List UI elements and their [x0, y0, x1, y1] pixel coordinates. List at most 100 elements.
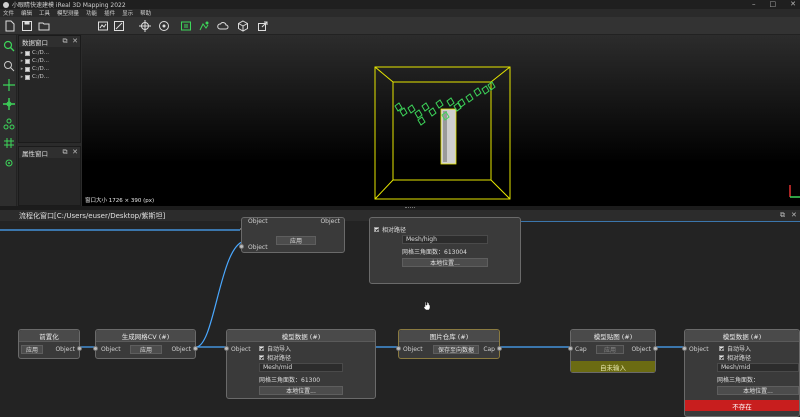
- node-model-data-1[interactable]: 模型数据 (#) Object 自动导入 相对路径 Mesh/mid 网格三角面…: [224, 329, 376, 399]
- tree-item[interactable]: ▸ C:/D...: [19, 65, 80, 73]
- tree-item[interactable]: ▸ C:/D...: [19, 73, 80, 81]
- node-input-label: Cap: [575, 346, 587, 353]
- data-panel-title: 数据窗口: [22, 38, 48, 47]
- relative-path-checkbox[interactable]: 相对路径: [259, 353, 291, 362]
- zoom-icon[interactable]: [2, 59, 15, 72]
- tree-item-label: C:/D...: [32, 74, 50, 80]
- float-panel-icon[interactable]: ⧉: [61, 37, 69, 45]
- input-pin[interactable]: [396, 346, 401, 351]
- node-partial[interactable]: 前置化 应用 Object: [18, 329, 82, 359]
- mesh-path-field[interactable]: Mesh/high: [402, 235, 488, 244]
- auto-import-checkbox[interactable]: 自动导入: [719, 344, 751, 353]
- visibility-checkbox[interactable]: [25, 50, 30, 56]
- save-icon[interactable]: [20, 19, 33, 32]
- camera-align-icon[interactable]: [179, 19, 192, 32]
- new-file-icon[interactable]: [3, 19, 16, 32]
- properties-panel-header: 属性窗口 ⧉ ✕: [19, 147, 80, 158]
- input-pin[interactable]: [568, 346, 573, 351]
- relative-path-checkbox[interactable]: 相对路径: [719, 353, 751, 362]
- local-position-button[interactable]: 本地位置...: [259, 386, 343, 395]
- float-panel-icon[interactable]: ⧉: [780, 211, 785, 220]
- apply-button[interactable]: 应用: [21, 345, 43, 354]
- node-model-data-2[interactable]: 模型数据 (#) Object 自动导入 相对路径 Mesh/mid 网格三角面…: [682, 329, 800, 417]
- menu-functions[interactable]: 功能: [86, 9, 97, 17]
- cube-icon[interactable]: [236, 19, 249, 32]
- auto-import-checkbox[interactable]: 自动导入: [259, 344, 291, 353]
- relative-path-checkbox[interactable]: 相对路径: [374, 225, 406, 234]
- window-title: 小眼睛快速建模 iReal 3D Mapping 2022: [12, 2, 126, 9]
- float-panel-icon[interactable]: ⧉: [61, 148, 69, 156]
- tree-item-label: C:/D...: [32, 50, 50, 56]
- node-input-label: Object: [689, 346, 709, 353]
- node-output-label: Object: [171, 346, 191, 353]
- left-tool-strip: [0, 35, 17, 215]
- menu-measure[interactable]: 模型测量: [57, 9, 79, 17]
- menu-help[interactable]: 帮助: [140, 9, 151, 17]
- apply-button[interactable]: 应用: [130, 345, 162, 354]
- input-pin[interactable]: [93, 346, 98, 351]
- maximize-button[interactable]: □: [770, 0, 777, 8]
- gizmo-icon[interactable]: [2, 97, 15, 110]
- node-model-data-top[interactable]: 相对路径 Mesh/high 网格三角面数：613004 本地位置...: [369, 217, 521, 284]
- tree-item[interactable]: ▸ C:/D...: [19, 57, 80, 65]
- node-status-badge: 自未输入: [571, 361, 655, 372]
- align-icon[interactable]: [112, 19, 125, 32]
- node-graph-canvas[interactable]: Object Object 应用 Object 相对路径 Mesh/high 网…: [0, 217, 800, 417]
- apply-button[interactable]: 应用: [276, 236, 316, 245]
- node-input-label: Object: [101, 346, 121, 353]
- grid-icon[interactable]: [2, 136, 15, 149]
- app-logo-icon: [3, 1, 9, 8]
- node-title: 模型数据 (#): [685, 330, 799, 342]
- tree-item[interactable]: ▸ C:/D...: [19, 49, 80, 57]
- 3d-viewport[interactable]: 窗口大小 1726 × 390 (px): [82, 35, 800, 206]
- node-title: 模型数据 (#): [227, 330, 375, 342]
- menu-view[interactable]: 显示: [122, 9, 133, 17]
- node-top-left[interactable]: Object Object 应用 Object: [239, 217, 345, 253]
- input-pin[interactable]: [239, 244, 244, 249]
- export-icon[interactable]: [256, 19, 269, 32]
- input-pin[interactable]: [224, 346, 229, 351]
- close-panel-icon[interactable]: ✕: [71, 148, 79, 156]
- input-pin[interactable]: [682, 346, 687, 351]
- mesh-path-field[interactable]: Mesh/mid: [259, 363, 343, 372]
- connect-icon[interactable]: [2, 117, 15, 130]
- folder-icon[interactable]: [37, 19, 50, 32]
- node-texture-library[interactable]: 图片仓库 (#) Object 保存至向数据 Cap: [396, 329, 502, 359]
- node-generate-grid[interactable]: 生成网格CV (#) Object 应用 Object: [93, 329, 198, 359]
- mesh-path-field[interactable]: Mesh/mid: [717, 363, 799, 372]
- menu-tools[interactable]: 工具: [39, 9, 50, 17]
- output-pin[interactable]: [497, 346, 502, 351]
- flow-window-title: 流程化窗口[C:/Users/euser/Desktop/紫斯坦]: [19, 211, 166, 220]
- cloud-icon[interactable]: [216, 19, 229, 32]
- crosshair-icon[interactable]: [138, 19, 151, 32]
- marker-icon[interactable]: [2, 156, 15, 169]
- menu-edit[interactable]: 编辑: [21, 9, 32, 17]
- minimize-button[interactable]: –: [752, 0, 756, 8]
- close-panel-icon[interactable]: ✕: [791, 211, 797, 219]
- search-icon[interactable]: [2, 39, 15, 52]
- move-icon[interactable]: [2, 78, 15, 91]
- texture-icon[interactable]: [197, 19, 210, 32]
- properties-panel: 属性窗口 ⧉ ✕: [18, 146, 81, 206]
- close-panel-icon[interactable]: ✕: [71, 37, 79, 45]
- node-status-badge: 不存在: [685, 400, 799, 411]
- close-button[interactable]: ✕: [790, 0, 796, 8]
- save-to-data-button[interactable]: 保存至向数据: [433, 345, 479, 354]
- visibility-checkbox[interactable]: [25, 74, 30, 80]
- node-input-label: Object: [231, 346, 251, 353]
- output-pin[interactable]: [653, 346, 658, 351]
- mesh-icon[interactable]: [157, 19, 170, 32]
- node-model-texture[interactable]: 模型贴图 (#) Cap 应用 Object 自未输入: [568, 329, 658, 373]
- menu-plugins[interactable]: 插件: [104, 9, 115, 17]
- local-position-button[interactable]: 本地位置...: [402, 258, 488, 267]
- output-pin[interactable]: [77, 346, 82, 351]
- output-pin[interactable]: [193, 346, 198, 351]
- image-process-icon[interactable]: [96, 19, 109, 32]
- visibility-checkbox[interactable]: [25, 58, 30, 64]
- apply-button[interactable]: 应用: [596, 345, 624, 354]
- tree-item-label: C:/D...: [32, 58, 50, 64]
- menu-file[interactable]: 文件: [3, 9, 14, 17]
- node-output-label: Object: [55, 346, 75, 353]
- visibility-checkbox[interactable]: [25, 66, 30, 72]
- local-position-button[interactable]: 本地位置...: [717, 386, 799, 395]
